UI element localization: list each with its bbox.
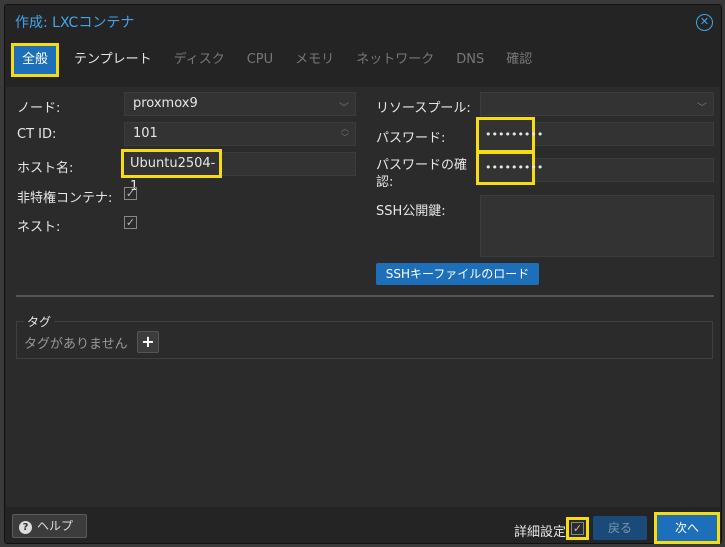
password-confirm-input[interactable]: ••••••••• xyxy=(476,151,543,185)
tab-cpu: CPU xyxy=(246,52,274,67)
wizard-tabs: 全般 テンプレート ディスク CPU メモリ ネットワーク DNS 確認 xyxy=(11,43,543,77)
tab-general[interactable]: 全般 xyxy=(11,43,60,77)
nesting-checkbox[interactable]: ✓ xyxy=(124,216,137,229)
ct-id-value: 101 xyxy=(133,126,158,141)
ssh-key-textarea[interactable] xyxy=(480,195,714,257)
question-circle-icon: ? xyxy=(19,521,32,534)
tab-dns: DNS xyxy=(456,52,485,67)
chevron-down-icon: ﹀ xyxy=(339,103,349,114)
hostname-label: ホスト名: xyxy=(17,161,74,176)
password-confirm-label: パスワードの確 認: xyxy=(376,157,467,191)
password-field-bg xyxy=(532,122,714,146)
ssh-key-label: SSH公開鍵: xyxy=(376,204,446,219)
nesting-label: ネスト: xyxy=(17,220,61,235)
tags-legend: タグ xyxy=(24,313,55,330)
resource-pool-label: リソースプール: xyxy=(376,101,471,116)
check-icon: ✓ xyxy=(571,522,584,535)
create-lxc-dialog: 作成: LXCコンテナ ✕ 全般 テンプレート ディスク CPU メモリ ネット… xyxy=(4,4,722,544)
help-button[interactable]: ? ヘルプ xyxy=(12,514,87,538)
dialog-titlebar: 作成: LXCコンテナ ✕ xyxy=(5,5,721,39)
password-value: ••••••••• xyxy=(485,128,544,141)
advanced-label: 詳細設定 xyxy=(514,525,567,540)
password-confirm-field-bg xyxy=(532,158,714,182)
tab-template[interactable]: テンプレート xyxy=(63,43,163,77)
tab-confirm: 確認 xyxy=(506,52,533,67)
ct-id-input[interactable]: 101 ︿ ﹀ xyxy=(124,122,356,146)
advanced-checkbox[interactable]: ✓ xyxy=(566,517,589,540)
spinner-arrows-icon[interactable]: ︿ ﹀ xyxy=(341,124,349,142)
node-select[interactable]: proxmox9 ﹀ xyxy=(124,92,356,116)
hostname-value: Ubuntu2504-1 xyxy=(130,156,216,194)
dialog-footer: ? ヘルプ 詳細設定 ✓ 戻る 次へ xyxy=(5,507,721,544)
section-divider xyxy=(16,295,714,297)
node-value: proxmox9 xyxy=(133,96,198,111)
dialog-title: 作成: LXCコンテナ xyxy=(15,15,135,31)
tab-memory: メモリ xyxy=(295,52,335,67)
close-icon[interactable]: ✕ xyxy=(696,14,713,31)
back-button: 戻る xyxy=(593,516,647,540)
chevron-down-icon: ﹀ xyxy=(697,103,707,114)
password-label: パスワード: xyxy=(376,131,446,146)
password-confirm-value: ••••••••• xyxy=(485,161,544,174)
ssh-key-load-button[interactable]: SSHキーファイルのロード xyxy=(376,263,539,285)
unprivileged-checkbox[interactable]: ✓ xyxy=(124,187,137,200)
node-label: ノード: xyxy=(17,101,61,116)
general-panel: ノード: proxmox9 ﹀ CT ID: 101 ︿ ﹀ ホスト名: Ubun… xyxy=(6,87,720,507)
ct-id-label: CT ID: xyxy=(17,127,57,142)
password-input[interactable]: ••••••••• xyxy=(476,117,543,153)
password-confirm-label-line2: 認: xyxy=(376,175,394,190)
tab-disk: ディスク xyxy=(173,52,225,67)
hostname-input[interactable]: Ubuntu2504-1 xyxy=(121,149,222,194)
hostname-field-bg xyxy=(220,152,356,176)
tab-network: ネットワーク xyxy=(356,52,435,67)
plus-icon[interactable]: + xyxy=(137,331,159,353)
resource-pool-select[interactable]: ﹀ xyxy=(480,92,714,116)
password-confirm-label-line1: パスワードの確 xyxy=(376,158,468,173)
tags-empty-text: タグがありません xyxy=(24,337,128,352)
unprivileged-label: 非特権コンテナ: xyxy=(17,191,113,206)
next-button[interactable]: 次へ xyxy=(654,512,720,544)
help-label: ヘルプ xyxy=(37,519,74,533)
